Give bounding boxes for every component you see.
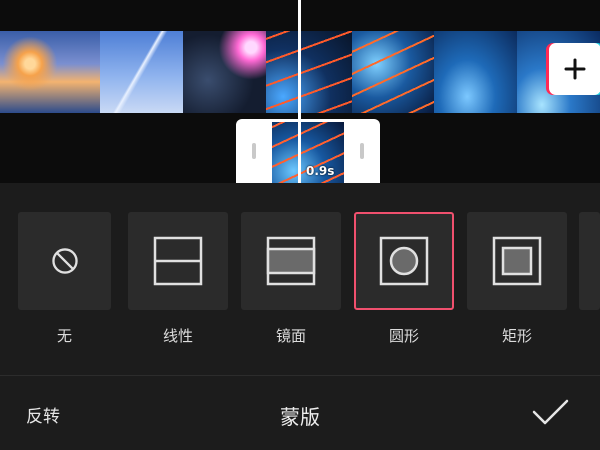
clip-duration: 0.9s xyxy=(306,164,335,178)
mask-option-linear[interactable]: 线性 xyxy=(128,212,228,352)
bottom-toolbar: 反转 蒙版 xyxy=(0,375,600,450)
mask-tile[interactable] xyxy=(18,212,111,310)
mask-option-rectangle[interactable]: 矩形 xyxy=(467,212,567,352)
mask-label: 无 xyxy=(56,327,72,345)
mask-tile[interactable] xyxy=(128,212,228,310)
playhead[interactable] xyxy=(298,0,301,183)
mask-option-circle[interactable]: 圆形 xyxy=(354,212,454,352)
mirror-mask-icon xyxy=(266,236,316,286)
confirm-button[interactable] xyxy=(530,396,570,428)
mask-tile[interactable] xyxy=(354,212,454,310)
mask-tile[interactable] xyxy=(579,212,600,310)
panel-title: 蒙版 xyxy=(280,405,320,429)
linear-mask-icon xyxy=(153,236,203,286)
video-frame-thumbnail xyxy=(266,31,352,113)
trim-handle-right[interactable] xyxy=(360,143,364,159)
mask-label: 线性 xyxy=(162,327,193,345)
video-frame-thumbnail xyxy=(352,31,434,113)
mask-option-mirror[interactable]: 镜面 xyxy=(241,212,341,352)
mask-option-none[interactable]: 无 xyxy=(18,212,111,352)
none-icon xyxy=(51,248,78,274)
circle-mask-icon xyxy=(379,236,429,286)
mask-label: 矩形 xyxy=(501,327,532,345)
video-frame-thumbnail xyxy=(434,31,517,113)
mask-option-more[interactable] xyxy=(579,212,600,352)
plus-icon xyxy=(564,58,586,80)
mask-tile[interactable] xyxy=(467,212,567,310)
mask-tile[interactable] xyxy=(241,212,341,310)
checkmark-icon xyxy=(532,399,569,425)
video-frame-thumbnail xyxy=(100,31,183,113)
video-frame-thumbnail xyxy=(0,31,100,113)
mask-label: 圆形 xyxy=(388,327,419,345)
timeline-area[interactable]: 0.9s xyxy=(0,0,600,183)
video-frame-thumbnail xyxy=(183,31,266,113)
add-clip-button[interactable] xyxy=(549,43,600,95)
mask-options-panel: 无 线性 镜面 圆形 矩形 xyxy=(0,183,600,375)
rectangle-mask-icon xyxy=(492,236,542,286)
trim-handle-left[interactable] xyxy=(252,143,256,159)
mask-label: 镜面 xyxy=(275,327,306,345)
